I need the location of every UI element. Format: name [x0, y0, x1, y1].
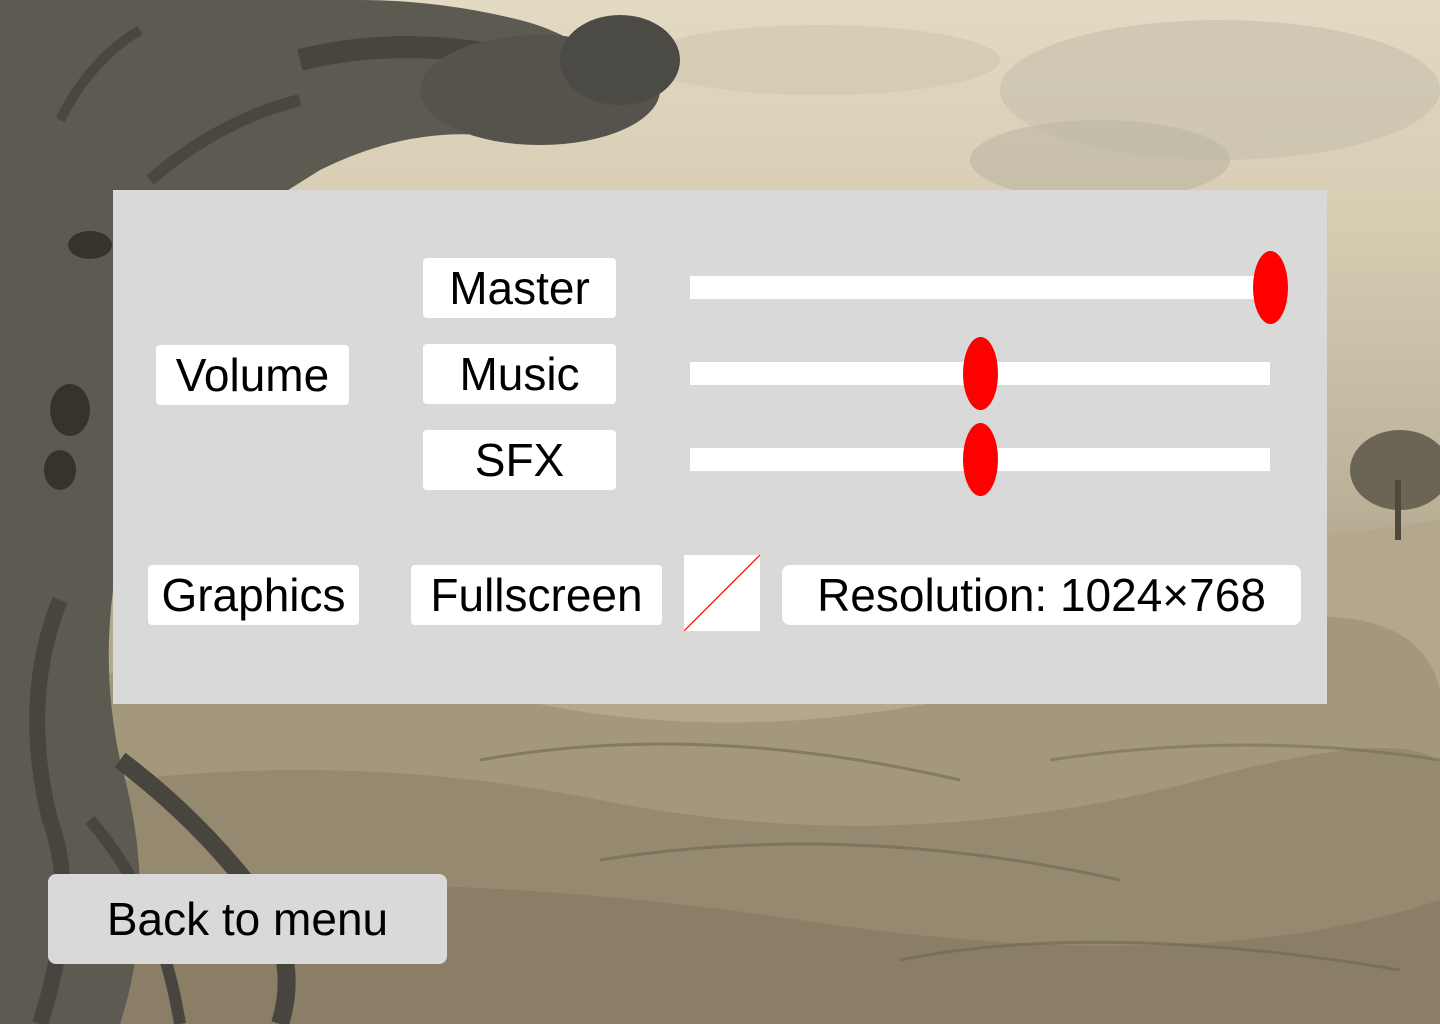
- master-volume-slider[interactable]: [690, 251, 1288, 324]
- music-volume-label: Music: [423, 344, 616, 404]
- fullscreen-checkbox[interactable]: [684, 555, 760, 631]
- graphics-section-label: Graphics: [148, 565, 359, 625]
- sfx-volume-label: SFX: [423, 430, 616, 490]
- master-volume-label: Master: [423, 258, 616, 318]
- slider-track[interactable]: [690, 276, 1270, 299]
- volume-section-label: Volume: [156, 345, 349, 405]
- sfx-volume-slider[interactable]: [690, 423, 1270, 496]
- slider-thumb[interactable]: [963, 423, 998, 496]
- resolution-selector[interactable]: Resolution: 1024×768: [782, 565, 1301, 625]
- music-volume-slider[interactable]: [690, 337, 1270, 410]
- back-to-menu-button[interactable]: Back to menu: [48, 874, 447, 964]
- fullscreen-label: Fullscreen: [411, 565, 662, 625]
- slider-thumb[interactable]: [1253, 251, 1288, 324]
- unchecked-slash-icon: [684, 555, 760, 631]
- slider-thumb[interactable]: [963, 337, 998, 410]
